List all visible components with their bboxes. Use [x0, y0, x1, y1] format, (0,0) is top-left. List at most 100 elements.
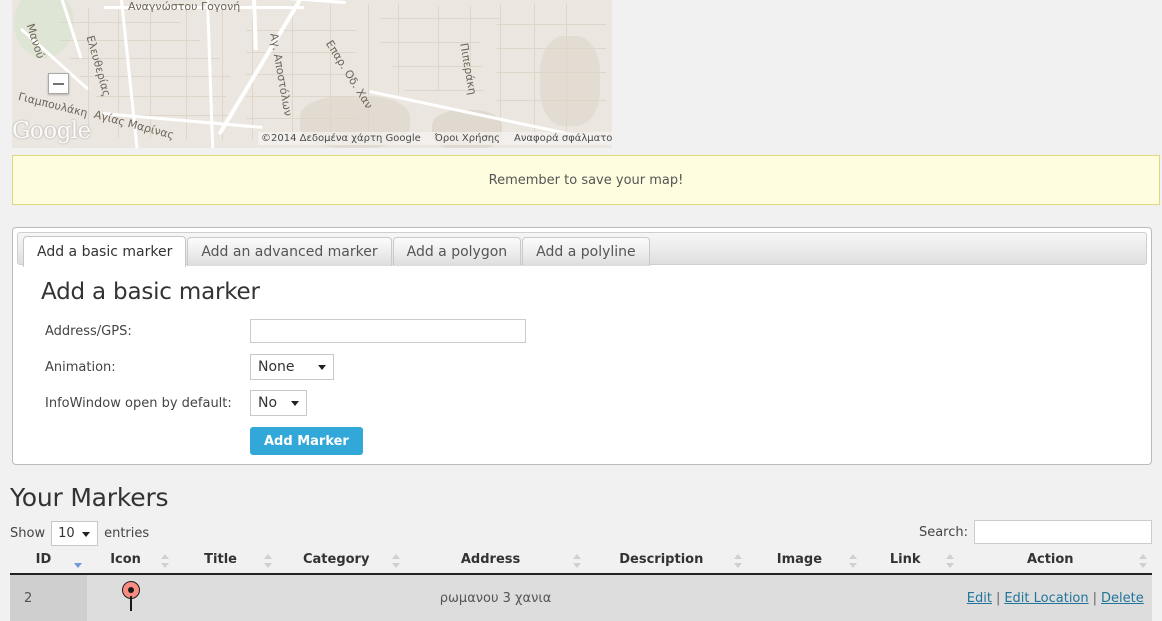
infowindow-select[interactable]: No: [250, 390, 307, 416]
column-header-link[interactable]: Link: [861, 548, 959, 575]
column-label: Description: [619, 551, 704, 567]
sort-indicator-icon: [733, 553, 743, 569]
map-report-link[interactable]: Αναφορά σφάλματος χάρτη: [514, 133, 612, 144]
tab-panel-basic-marker: Add a basic marker Address/GPS: Animatio…: [17, 265, 1147, 455]
form-heading: Add a basic marker: [41, 279, 260, 305]
map-street-label: Αναγνώστου Γογονή: [128, 0, 241, 13]
tab-add-polygon[interactable]: Add a polygon: [392, 237, 522, 266]
save-map-notice-text: Remember to save your map!: [488, 172, 684, 188]
search-input[interactable]: [974, 520, 1152, 544]
map-street: [60, 22, 180, 23]
address-input[interactable]: [250, 319, 526, 343]
page-length-select[interactable]: 10: [51, 521, 99, 546]
sort-indicator-icon: [391, 553, 401, 569]
cell-category: [276, 574, 406, 621]
column-label: ID: [35, 551, 52, 567]
sort-indicator-icon: [263, 553, 273, 569]
column-header-description[interactable]: Description: [585, 548, 747, 575]
column-label: Image: [776, 551, 823, 567]
infowindow-selected-value: No: [258, 395, 278, 411]
sort-indicator-icon: [572, 553, 582, 569]
animation-field-row: Animation: None: [41, 354, 1127, 380]
infowindow-label: InfoWindow open by default:: [45, 395, 232, 411]
show-label: Show: [10, 526, 46, 541]
chevron-down-icon: [291, 401, 299, 406]
table-length-control: Show 10 entries: [10, 521, 149, 546]
tab-add-polyline[interactable]: Add a polyline: [522, 237, 650, 266]
map-terms-link[interactable]: Όροι Χρήσης: [435, 133, 500, 144]
markers-table-body: 2 ρωμανου 3 χανια Edit | Edit Location | Del…: [10, 574, 1152, 621]
map-street: [330, 4, 331, 144]
sort-indicator-icon: [160, 553, 170, 569]
edit-location-link[interactable]: Edit Location: [1004, 591, 1088, 606]
cell-image: [746, 574, 862, 621]
map-copyright-text: ©2014 Δεδομένα χάρτη Google: [261, 133, 421, 144]
address-label: Address/GPS:: [45, 323, 132, 339]
markers-section-title: Your Markers: [10, 483, 169, 512]
column-label: Icon: [110, 551, 141, 567]
infowindow-field-row: InfoWindow open by default: No: [41, 390, 1127, 416]
map-pin-icon: [121, 581, 140, 611]
map-street: [368, 4, 369, 144]
delete-link[interactable]: Delete: [1101, 591, 1144, 606]
map-street: [292, 4, 293, 144]
map-street: [496, 72, 606, 73]
column-header-title[interactable]: Title: [174, 548, 277, 575]
tab-add-basic-marker[interactable]: Add a basic marker: [23, 236, 187, 267]
column-label: Category: [302, 551, 370, 567]
cell-address: ρωμανου 3 χανια: [405, 574, 586, 621]
map-street-label: Γιαμπουλάκη: [16, 90, 89, 120]
map-street: [246, 96, 356, 97]
map-street: [438, 6, 439, 90]
column-header-category[interactable]: Category: [276, 548, 406, 575]
map-attribution: ©2014 Δεδομένα χάρτη Google Όροι Χρήσης Αν…: [258, 132, 612, 145]
google-logo: Google: [12, 118, 91, 144]
table-search-control: Search:: [919, 520, 1152, 544]
map-street: [380, 18, 500, 19]
map-street: [496, 100, 606, 101]
sort-indicator-icon: [945, 553, 955, 569]
submit-row: Add Marker: [41, 427, 1127, 455]
tab-label: Add a basic marker: [37, 244, 173, 260]
page-length-value: 10: [58, 526, 75, 541]
action-separator: |: [1092, 590, 1098, 606]
chevron-down-icon: [318, 365, 326, 370]
cell-link: [861, 574, 959, 621]
map-viewport[interactable]: Αναγνώστου Γογονή Μανού Ελευθερίας Γιαμπ…: [12, 0, 612, 148]
add-marker-button[interactable]: Add Marker: [250, 427, 363, 455]
column-header-icon[interactable]: Icon: [86, 548, 175, 575]
sort-indicator-icon: [1138, 553, 1148, 569]
column-header-address[interactable]: Address: [405, 548, 586, 575]
cell-description: [585, 574, 747, 621]
animation-selected-value: None: [258, 359, 295, 375]
address-field-row: Address/GPS:: [41, 319, 1127, 343]
tab-label: Add a polyline: [536, 244, 636, 260]
column-label: Link: [889, 551, 921, 567]
map-zoom-out-button[interactable]: [48, 73, 69, 94]
map-street: [60, 40, 200, 41]
cell-icon: [86, 574, 175, 621]
search-label: Search:: [918, 524, 968, 540]
column-header-id[interactable]: ID: [10, 548, 87, 575]
map-street: [246, 74, 356, 75]
marker-editor-panel: Add a basic marker Add an advanced marke…: [12, 227, 1152, 465]
column-label: Action: [1026, 551, 1074, 567]
tab-label: Add an advanced marker: [201, 244, 378, 260]
map-street: [496, 24, 606, 25]
entries-label: entries: [104, 526, 150, 541]
map-street: [246, 118, 356, 119]
column-header-action[interactable]: Action: [958, 548, 1152, 575]
sort-indicator-icon: [848, 553, 858, 569]
markers-table-header-row: ID Icon Title Category Address Descripti…: [10, 548, 1152, 575]
edit-link[interactable]: Edit: [967, 591, 992, 606]
chevron-down-icon: [82, 531, 91, 537]
animation-select[interactable]: None: [250, 354, 334, 380]
tab-add-advanced-marker[interactable]: Add an advanced marker: [187, 237, 392, 266]
map-block-area: [540, 36, 600, 126]
column-header-image[interactable]: Image: [746, 548, 862, 575]
animation-label: Animation:: [45, 359, 116, 375]
map-street: [96, 96, 226, 97]
map-canvas[interactable]: Αναγνώστου Γογονή Μανού Ελευθερίας Γιαμπ…: [12, 0, 612, 148]
table-row[interactable]: 2 ρωμανου 3 χανια Edit | Edit Location | Del…: [10, 574, 1152, 621]
tab-bar: Add a basic marker Add an advanced marke…: [17, 232, 1147, 267]
